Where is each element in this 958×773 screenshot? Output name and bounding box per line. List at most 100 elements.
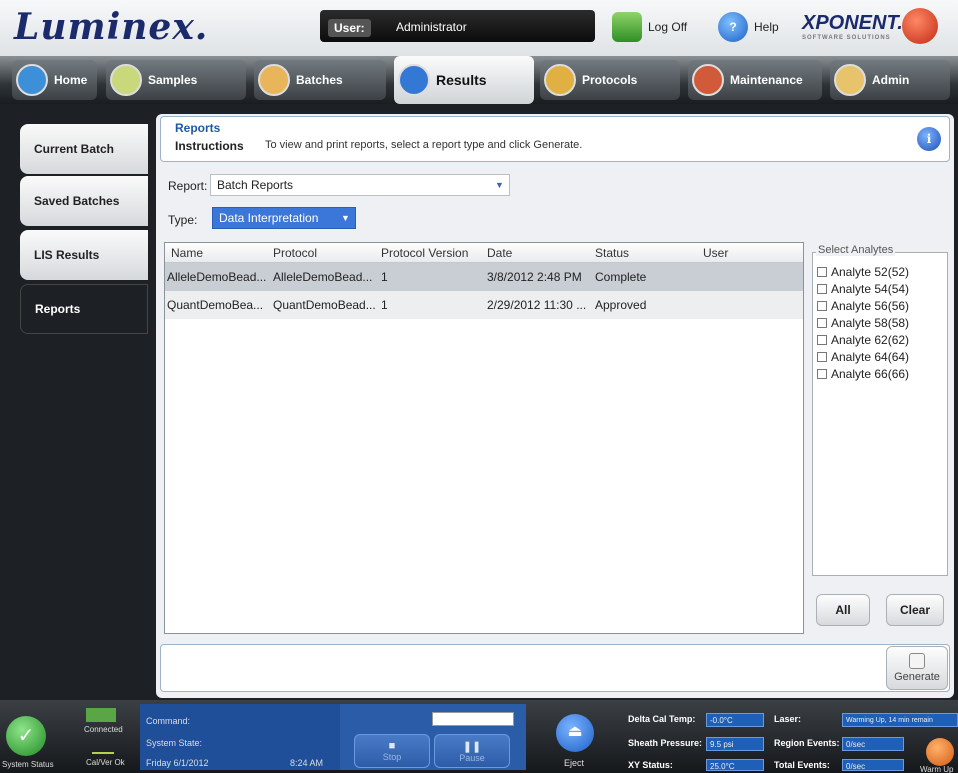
sidebar-item-label: Saved Batches (34, 194, 120, 208)
samples-icon (110, 64, 142, 96)
batches-icon (258, 64, 290, 96)
col-header-protocol-version[interactable]: Protocol Version (381, 246, 468, 260)
analyte-label: Analyte 64(64) (831, 349, 910, 364)
tab-maintenance[interactable]: Maintenance (688, 60, 822, 100)
user-value: Administrator (396, 20, 467, 34)
stop-button[interactable]: ■ Stop (354, 734, 430, 768)
tab-samples[interactable]: Samples (106, 60, 246, 100)
xy-status-label: XY Status: (628, 760, 673, 770)
generate-gear-icon (909, 653, 925, 669)
connected-icon (86, 708, 116, 722)
type-select[interactable]: Data Interpretation ▼ (212, 207, 356, 229)
col-header-protocol[interactable]: Protocol (273, 246, 317, 260)
warmup-button[interactable]: Warm Up (918, 704, 958, 773)
eject-icon: ⏏ (556, 714, 594, 752)
warmup-icon (926, 738, 954, 766)
sheath-pressure-label: Sheath Pressure: (628, 738, 703, 748)
table-row[interactable]: AlleleDemoBead... AlleleDemoBead... 1 3/… (165, 263, 803, 291)
tab-admin[interactable]: Admin (830, 60, 950, 100)
tab-protocols-label: Protocols (582, 73, 638, 87)
run-control-panel: ■ Stop ❚❚ Pause (340, 704, 526, 770)
info-icon[interactable]: i (917, 127, 941, 151)
help-label: Help (754, 20, 779, 34)
analyte-checkbox[interactable]: Analyte 66(66) (813, 365, 947, 382)
cell-date: 2/29/2012 11:30 ... (487, 298, 587, 312)
cell-name: AlleleDemoBead... (167, 270, 267, 284)
xy-status-value: 25.0°C (706, 759, 764, 771)
analyte-label: Analyte 56(56) (831, 298, 910, 313)
analyte-label: Analyte 58(58) (831, 315, 910, 330)
sidebar-item-saved-batches[interactable]: Saved Batches (20, 176, 148, 226)
analyte-label: Analyte 66(66) (831, 366, 910, 381)
home-icon (16, 64, 48, 96)
user-label: User: (328, 19, 371, 37)
report-select-value: Batch Reports (217, 178, 294, 192)
calver-label: Cal/Ver Ok (86, 758, 125, 767)
help-button[interactable]: ? Help (718, 12, 779, 42)
col-header-date[interactable]: Date (487, 246, 512, 260)
checkbox-icon (817, 266, 827, 277)
system-state-label: System State: (146, 738, 203, 748)
connected-label: Connected (84, 725, 123, 734)
sidebar-item-current-batch[interactable]: Current Batch (20, 124, 148, 174)
eject-label: Eject (564, 758, 585, 768)
checkbox-icon (817, 300, 827, 311)
report-select[interactable]: Batch Reports ▼ (210, 174, 510, 196)
command-panel: Command: System State: Friday 6/1/2012 8… (140, 704, 340, 770)
xponent-subtext: SOFTWARE SOLUTIONS (802, 35, 891, 41)
analyte-label: Analyte 54(54) (831, 281, 910, 296)
tab-samples-label: Samples (148, 73, 198, 87)
analyte-label: Analyte 52(52) (831, 264, 910, 279)
all-button[interactable]: All (816, 594, 870, 626)
clear-button[interactable]: Clear (886, 594, 944, 626)
analyte-checkbox[interactable]: Analyte 54(54) (813, 280, 947, 297)
sidebar-item-lis-results[interactable]: LIS Results (20, 230, 148, 280)
cell-protocol: AlleleDemoBead... (273, 270, 373, 284)
analyte-checkbox[interactable]: Analyte 64(64) (813, 348, 947, 365)
sensor-panel-2: Laser: Warming Up, 14 min remain Region … (770, 704, 958, 771)
tab-protocols[interactable]: Protocols (540, 60, 680, 100)
help-icon: ? (718, 12, 748, 42)
analyte-checkbox[interactable]: Analyte 52(52) (813, 263, 947, 280)
col-header-user[interactable]: User (703, 246, 728, 260)
analyte-label: Analyte 62(62) (831, 332, 910, 347)
region-events-label: Region Events: (774, 738, 840, 748)
tab-home[interactable]: Home (12, 60, 98, 100)
generate-button[interactable]: Generate (886, 646, 948, 690)
calver-scale-icon (92, 740, 114, 754)
col-header-name[interactable]: Name (171, 246, 203, 260)
table-header: Name Protocol Protocol Version Date Stat… (165, 243, 803, 263)
maintenance-tools-icon (692, 64, 724, 96)
checkbox-icon (817, 317, 827, 328)
protocols-icon (544, 64, 576, 96)
col-header-status[interactable]: Status (595, 246, 629, 260)
checkbox-icon (817, 283, 827, 294)
command-label: Command: (146, 716, 191, 726)
system-status-label: System Status (2, 760, 54, 769)
sensor-panel-1: Delta Cal Temp: -0.0°C Sheath Pressure: … (620, 704, 768, 771)
tab-results-label: Results (436, 72, 487, 88)
analyte-checkbox[interactable]: Analyte 56(56) (813, 297, 947, 314)
tab-home-label: Home (54, 73, 88, 87)
instructions-label: Instructions (175, 139, 244, 153)
logoff-button[interactable]: Log Off (612, 12, 687, 42)
sidebar-item-reports[interactable]: Reports (20, 284, 148, 334)
tab-results[interactable]: Results (394, 56, 534, 104)
analyte-checkbox[interactable]: Analyte 58(58) (813, 314, 947, 331)
tab-maintenance-label: Maintenance (730, 73, 803, 87)
instructions-text: To view and print reports, select a repo… (265, 139, 583, 151)
progress-bar (432, 712, 514, 726)
pause-button[interactable]: ❚❚ Pause (434, 734, 510, 768)
report-label: Report: (168, 179, 208, 193)
chevron-down-icon: ▼ (495, 180, 504, 190)
delta-cal-value: -0.0°C (706, 713, 764, 727)
type-select-value: Data Interpretation (219, 211, 319, 225)
xponent-ball-icon (902, 8, 938, 44)
analyte-checkbox[interactable]: Analyte 62(62) (813, 331, 947, 348)
status-time: 8:24 AM (290, 758, 324, 768)
table-row[interactable]: QuantDemoBea... QuantDemoBead... 1 2/29/… (165, 291, 803, 319)
eject-button[interactable]: ⏏ Eject (536, 704, 616, 770)
system-status-icon[interactable]: ✓ (6, 716, 46, 756)
user-box: User: Administrator (320, 10, 595, 42)
tab-batches[interactable]: Batches (254, 60, 386, 100)
